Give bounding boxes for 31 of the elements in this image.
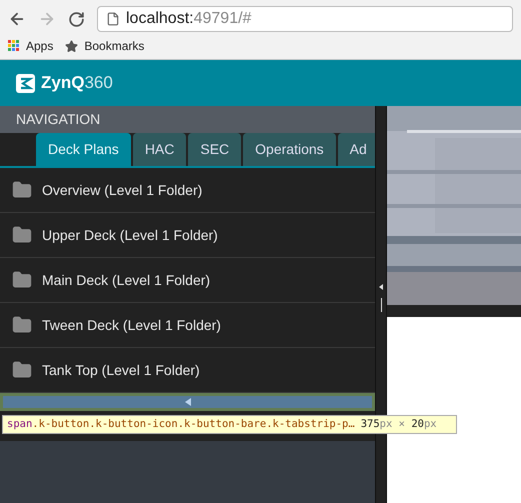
folder-item[interactable]: Tween Deck (Level 1 Folder) bbox=[0, 303, 375, 348]
left-caret-icon bbox=[379, 284, 383, 290]
splitter-handle[interactable] bbox=[380, 298, 382, 312]
tab[interactable]: HAC bbox=[132, 133, 186, 166]
apps-icon bbox=[8, 40, 20, 52]
url-text: localhost:49791/# bbox=[126, 9, 252, 29]
folder-item[interactable]: Main Deck (Level 1 Folder) bbox=[0, 258, 375, 303]
bookmark[interactable]: Apps bbox=[8, 37, 54, 55]
folder-icon bbox=[12, 315, 32, 335]
reload-icon[interactable] bbox=[68, 10, 85, 28]
folder-icon bbox=[12, 225, 32, 245]
folder-item[interactable]: Overview (Level 1 Folder) bbox=[0, 168, 375, 213]
tab[interactable]: Deck Plans bbox=[36, 133, 131, 166]
panel-title: NAVIGATION bbox=[0, 106, 375, 133]
back-icon[interactable] bbox=[8, 10, 26, 28]
logo-icon bbox=[16, 74, 35, 92]
tab[interactable]: Operations bbox=[243, 133, 336, 166]
tab[interactable]: Ad bbox=[338, 133, 375, 166]
folder-icon bbox=[12, 270, 32, 290]
page-icon bbox=[106, 12, 120, 26]
folder-icon bbox=[12, 360, 32, 380]
folder-item[interactable]: Upper Deck (Level 1 Folder) bbox=[0, 213, 375, 258]
tab[interactable]: SEC bbox=[188, 133, 242, 166]
selector-text: span.k-button.k-button-icon.k-button-bare.k-tabstrip-p… bbox=[7, 416, 355, 432]
bookmark[interactable]: Bookmarks bbox=[65, 37, 144, 55]
size-text: 375px × 20px bbox=[360, 416, 437, 432]
left-caret-icon bbox=[184, 398, 190, 406]
address-bar[interactable]: localhost:49791/# bbox=[97, 6, 513, 32]
star-icon bbox=[65, 40, 78, 52]
folder-icon bbox=[12, 180, 32, 200]
app-logo-text: ZynQ360 bbox=[41, 72, 113, 94]
